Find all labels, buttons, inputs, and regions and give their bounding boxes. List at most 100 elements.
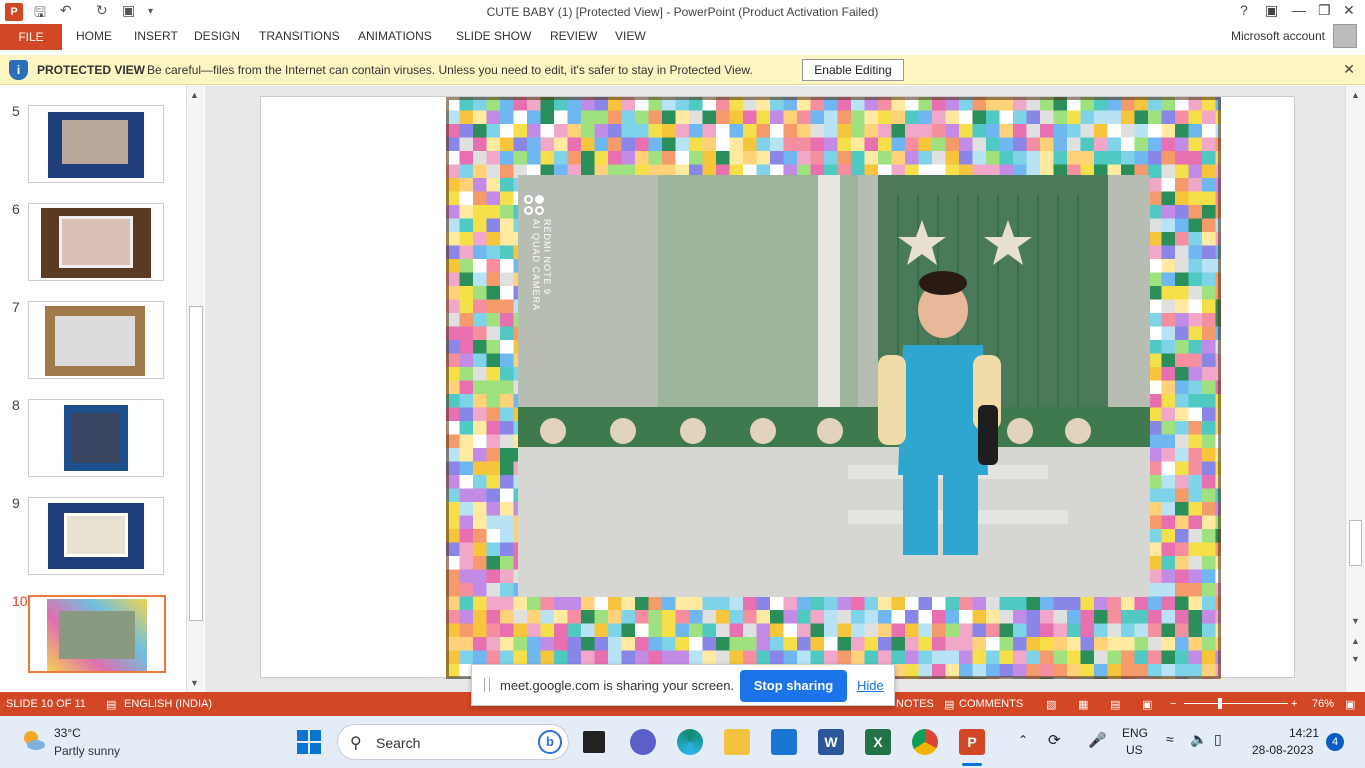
thumbnail-frame[interactable] [28, 497, 164, 575]
tab-design[interactable]: DESIGN [194, 29, 240, 43]
scroll-up-icon[interactable]: ▲ [1351, 90, 1360, 100]
ribbon-display-options-icon[interactable]: ▣ [1265, 2, 1278, 19]
tab-insert[interactable]: INSERT [134, 29, 178, 43]
mosaic-tile [891, 137, 905, 151]
slide-thumbnail-7[interactable]: 7 [0, 299, 180, 389]
mosaic-tile [1175, 664, 1189, 678]
sync-icon[interactable]: ⟳ [1048, 731, 1061, 749]
comments-button[interactable]: COMMENTS [959, 698, 1023, 710]
weather-condition[interactable]: Partly sunny [54, 744, 120, 758]
mosaic-tile [918, 151, 932, 165]
mail-icon[interactable] [771, 729, 797, 755]
task-view-icon[interactable] [583, 731, 605, 753]
tab-home[interactable]: HOME [76, 29, 112, 43]
thumbnail-frame[interactable] [28, 203, 164, 281]
mosaic-tile [905, 637, 919, 651]
thumbnail-scrollbar[interactable]: ▲ ▼ [186, 86, 204, 692]
mosaic-tile [500, 151, 514, 165]
notification-badge[interactable]: 4 [1326, 733, 1344, 751]
teams-chat-icon[interactable] [630, 729, 656, 755]
zoom-level[interactable]: 76% [1312, 698, 1334, 710]
mosaic-tile [459, 151, 473, 165]
notes-button[interactable]: NOTES [896, 698, 934, 710]
mosaic-tile [878, 637, 892, 651]
word-icon[interactable]: W [818, 729, 844, 755]
scroll-up-icon[interactable]: ▲ [190, 90, 199, 100]
hide-link[interactable]: Hide [857, 678, 884, 693]
wifi-icon[interactable]: ≈ [1166, 731, 1174, 747]
bing-icon[interactable]: b [538, 730, 562, 754]
weather-icon[interactable] [20, 727, 46, 753]
spellcheck-icon[interactable]: ▤ [106, 698, 116, 711]
scroll-thumb[interactable] [189, 306, 203, 621]
scroll-down-icon[interactable]: ▼ [190, 678, 199, 688]
excel-icon[interactable]: X [865, 729, 891, 755]
temperature[interactable]: 33°C [54, 726, 81, 740]
microphone-icon[interactable]: 🎤 [1088, 731, 1107, 749]
language-indicator[interactable]: ENGLISH (INDIA) [124, 698, 212, 710]
account-menu[interactable]: Microsoft account [1231, 29, 1325, 43]
editor-scrollbar[interactable]: ▲ ▼ ▲ ▼ [1345, 86, 1365, 692]
zoom-out-icon[interactable]: − [1170, 698, 1176, 710]
tab-file[interactable]: FILE [0, 24, 62, 50]
help-icon[interactable]: ? [1240, 2, 1248, 18]
fit-slide-icon[interactable]: ▣ [1345, 698, 1355, 711]
language-us[interactable]: US [1126, 743, 1143, 757]
mosaic-tile [1202, 380, 1216, 394]
thumbnail-frame[interactable] [28, 301, 164, 379]
show-hidden-icons[interactable]: ⌃ [1018, 733, 1028, 747]
normal-view-icon[interactable]: ▧ [1046, 698, 1056, 711]
next-slide-icon[interactable]: ▼ [1351, 654, 1360, 664]
close-icon[interactable]: ✕ [1343, 2, 1355, 19]
previous-slide-icon[interactable]: ▲ [1351, 636, 1360, 646]
mosaic-tile [473, 272, 487, 286]
minimize-icon[interactable]: — [1292, 2, 1306, 18]
thumbnail-frame[interactable] [28, 595, 166, 673]
zoom-in-icon[interactable]: + [1291, 698, 1297, 710]
tab-transitions[interactable]: TRANSITIONS [259, 29, 340, 43]
slide-thumbnail-5[interactable]: 5 [0, 103, 180, 193]
mosaic-tile [1040, 623, 1054, 637]
slide-thumbnail-6[interactable]: 6 [0, 201, 180, 291]
language-eng[interactable]: ENG [1122, 726, 1148, 740]
stop-sharing-button[interactable]: Stop sharing [740, 670, 847, 702]
drag-handle[interactable] [484, 678, 490, 692]
windows-start-icon[interactable] [296, 729, 322, 755]
enable-editing-button[interactable]: Enable Editing [802, 59, 904, 81]
slide-show-icon[interactable]: ▣ [1142, 698, 1152, 711]
tab-animations[interactable]: ANIMATIONS [358, 29, 432, 43]
tab-review[interactable]: REVIEW [550, 29, 597, 43]
mosaic-tile [1175, 542, 1189, 556]
chrome-icon[interactable] [912, 729, 938, 755]
slide-sorter-icon[interactable]: ▦ [1078, 698, 1088, 711]
thumbnail-frame[interactable] [28, 399, 164, 477]
mosaic-tile [824, 151, 838, 165]
zoom-slider[interactable] [1184, 698, 1288, 709]
mosaic-tile [1161, 448, 1175, 462]
volume-icon[interactable]: 🔈 [1190, 731, 1207, 748]
taskbar-search[interactable]: ⚲ Search b [337, 724, 569, 760]
clock-time[interactable]: 14:21 [1289, 726, 1319, 740]
clock-date[interactable]: 28-08-2023 [1252, 743, 1313, 757]
edge-icon[interactable] [677, 729, 703, 755]
tab-view[interactable]: VIEW [615, 29, 646, 43]
slide-thumbnail-10[interactable]: 10 [0, 593, 180, 683]
powerpoint-taskbar-icon[interactable]: P [959, 729, 985, 755]
battery-icon[interactable]: ▯ [1214, 731, 1222, 748]
slide-thumbnail-9[interactable]: 9 [0, 495, 180, 585]
restore-icon[interactable]: ❐ [1318, 2, 1331, 19]
slide-thumbnail-8[interactable]: 8 [0, 397, 180, 487]
scroll-thumb[interactable] [1349, 520, 1362, 566]
avatar[interactable] [1333, 24, 1357, 48]
thumbnail-frame[interactable] [28, 105, 164, 183]
zoom-slider-handle[interactable] [1218, 698, 1222, 709]
mosaic-tile [554, 137, 568, 151]
close-icon[interactable]: ✕ [1343, 61, 1355, 78]
slide-canvas[interactable]: REDMI NOTE 9 AI QUAD CAMERA [260, 96, 1295, 679]
reading-view-icon[interactable]: ▤ [1110, 698, 1120, 711]
mosaic-tile [1202, 232, 1216, 246]
scroll-down-icon[interactable]: ▼ [1351, 616, 1360, 626]
file-explorer-icon[interactable] [724, 729, 750, 755]
tab-slide-show[interactable]: SLIDE SHOW [456, 29, 531, 43]
mosaic-tile [486, 313, 500, 327]
